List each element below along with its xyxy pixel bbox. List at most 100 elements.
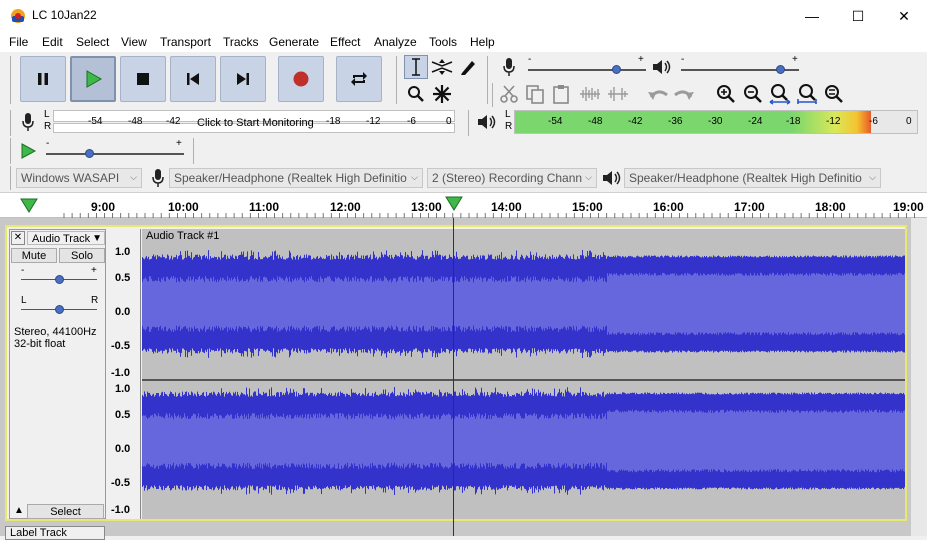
zoom-out-icon[interactable] — [741, 82, 765, 106]
play-at-speed-icon — [21, 143, 37, 159]
clip-title-bar[interactable]: Audio Track #1 — [142, 229, 905, 244]
recording-channels-value: 2 (Stereo) Recording Chann — [432, 171, 583, 185]
recording-volume-thumb[interactable] — [611, 65, 621, 74]
skip-to-start-button[interactable] — [170, 56, 216, 102]
track-format-depth: 32-bit float — [14, 338, 66, 350]
track-control-panel: ✕ Audio Track ▼ Mute Solo - + L R Stereo… — [9, 229, 106, 519]
collapse-track-icon[interactable]: ▲ — [12, 505, 26, 517]
pan-slider-thumb[interactable] — [55, 305, 64, 314]
menu-transport[interactable]: Transport — [160, 35, 211, 49]
timeline-ruler[interactable]: 9:00 10:00 11:00 12:00 13:00 14:00 15:00… — [0, 192, 927, 218]
pause-button[interactable] — [20, 56, 66, 102]
speaker-icon[interactable] — [650, 55, 674, 79]
ruler-label: 0.0 — [115, 306, 131, 318]
redo-icon[interactable] — [672, 82, 696, 106]
fit-project-icon[interactable] — [795, 82, 819, 106]
gain-plus: + — [91, 265, 97, 276]
track-name-menu[interactable]: Audio Track ▼ — [27, 231, 105, 245]
play-button[interactable] — [70, 56, 116, 102]
mute-button[interactable]: Mute — [11, 248, 57, 263]
recording-meter-microphone-icon[interactable] — [16, 110, 40, 134]
pan-left-label: L — [21, 295, 27, 306]
microphone-icon[interactable] — [497, 55, 521, 79]
close-track-button[interactable]: ✕ — [11, 231, 25, 245]
recording-device-dropdown[interactable]: Speaker/Headphone (Realtek High Definiti… — [169, 168, 423, 188]
multi-tool-icon[interactable] — [430, 82, 454, 106]
zoom-toggle-icon[interactable] — [822, 82, 846, 106]
play-meter-channel-r: R — [505, 121, 513, 132]
timeline-ticks — [63, 213, 915, 218]
amplitude-ruler: 1.0 0.5 0.0 -0.5 -1.0 1.0 0.5 0.0 -0.5 -… — [107, 229, 141, 519]
play-tick: -18 — [786, 116, 801, 127]
menu-bar: File Edit Select View Transport Tracks G… — [0, 32, 927, 52]
play-head-icon[interactable] — [445, 196, 463, 212]
menu-generate[interactable]: Generate — [269, 35, 319, 49]
toolbar-area: - + - + L R -54 -48 -42 Click to Start M… — [0, 52, 927, 192]
menu-analyze[interactable]: Analyze — [374, 35, 417, 49]
menu-edit[interactable]: Edit — [42, 35, 63, 49]
play-at-speed-thumb[interactable] — [85, 149, 95, 158]
menu-effect[interactable]: Effect — [330, 35, 360, 49]
audio-host-value: Windows WASAPI — [21, 171, 120, 185]
play-at-speed-slider[interactable] — [46, 153, 184, 155]
menu-file[interactable]: File — [9, 35, 28, 49]
audacity-logo-icon — [11, 9, 25, 23]
chevron-down-icon: ⌵ — [130, 172, 137, 182]
rec-tick: -12 — [366, 116, 381, 127]
pan-right-label: R — [91, 295, 99, 306]
trim-audio-icon[interactable] — [578, 82, 602, 106]
zoom-tool-icon[interactable] — [404, 82, 428, 106]
close-window-button[interactable]: ✕ — [881, 0, 927, 32]
stop-button[interactable] — [120, 56, 166, 102]
selection-tool-icon[interactable] — [404, 55, 428, 79]
menu-view[interactable]: View — [121, 35, 147, 49]
start-monitoring-prompt[interactable]: Click to Start Monitoring — [197, 117, 314, 129]
undo-icon[interactable] — [646, 82, 670, 106]
chevron-down-icon: ⌵ — [411, 172, 418, 182]
playback-device-dropdown[interactable]: Speaker/Headphone (Realtek High Definiti… — [624, 168, 881, 188]
chevron-down-icon: ⌵ — [869, 172, 876, 182]
audio-track[interactable]: ✕ Audio Track ▼ Mute Solo - + L R Stereo… — [5, 225, 907, 521]
menu-tracks[interactable]: Tracks — [223, 35, 259, 49]
menu-tools[interactable]: Tools — [429, 35, 457, 49]
label-track-header[interactable]: Label Track — [5, 526, 105, 540]
skip-to-end-button[interactable] — [220, 56, 266, 102]
rec-tick: -54 — [88, 116, 103, 127]
maximize-button[interactable]: ☐ — [835, 0, 881, 32]
paste-icon[interactable] — [549, 82, 573, 106]
vertical-scrollbar[interactable] — [911, 218, 927, 536]
track-format-rate: Stereo, 44100Hz — [14, 326, 97, 338]
playback-volume-thumb[interactable] — [776, 65, 786, 74]
recording-volume-slider[interactable] — [528, 69, 646, 71]
ruler-label: 0.0 — [115, 443, 131, 455]
envelope-tool-icon[interactable] — [430, 55, 454, 79]
play-meter-channel-l: L — [505, 109, 511, 120]
play-at-speed-button[interactable] — [16, 139, 40, 163]
audio-host-dropdown[interactable]: Windows WASAPI ⌵ — [16, 168, 142, 188]
menu-select[interactable]: Select — [76, 35, 109, 49]
ruler-label: 0.5 — [115, 409, 131, 421]
solo-button[interactable]: Solo — [59, 248, 105, 263]
waveform-display[interactable] — [142, 244, 905, 519]
cut-icon[interactable] — [497, 82, 521, 106]
silence-audio-icon[interactable] — [606, 82, 630, 106]
loop-button[interactable] — [336, 56, 382, 102]
rec-meter-channel-l: L — [44, 109, 50, 120]
select-track-button[interactable]: Select — [27, 504, 104, 519]
zoom-in-icon[interactable] — [714, 82, 738, 106]
label-track-name: Label Track — [10, 527, 67, 539]
draw-tool-icon[interactable] — [456, 55, 480, 79]
minimize-button[interactable]: — — [789, 0, 835, 32]
recording-device-microphone-icon — [146, 166, 170, 190]
recording-device-value: Speaker/Headphone (Realtek High Definiti… — [174, 171, 407, 185]
record-button[interactable] — [278, 56, 324, 102]
playback-meter-speaker-icon[interactable] — [475, 110, 499, 134]
ruler-label: -0.5 — [111, 340, 130, 352]
fit-selection-icon[interactable] — [768, 82, 792, 106]
menu-help[interactable]: Help — [470, 35, 495, 49]
recording-channels-dropdown[interactable]: 2 (Stereo) Recording Chann ⌵ — [427, 168, 597, 188]
play-tick: -30 — [708, 116, 723, 127]
copy-icon[interactable] — [523, 82, 547, 106]
stop-icon — [137, 73, 149, 85]
gain-slider-thumb[interactable] — [55, 275, 64, 284]
